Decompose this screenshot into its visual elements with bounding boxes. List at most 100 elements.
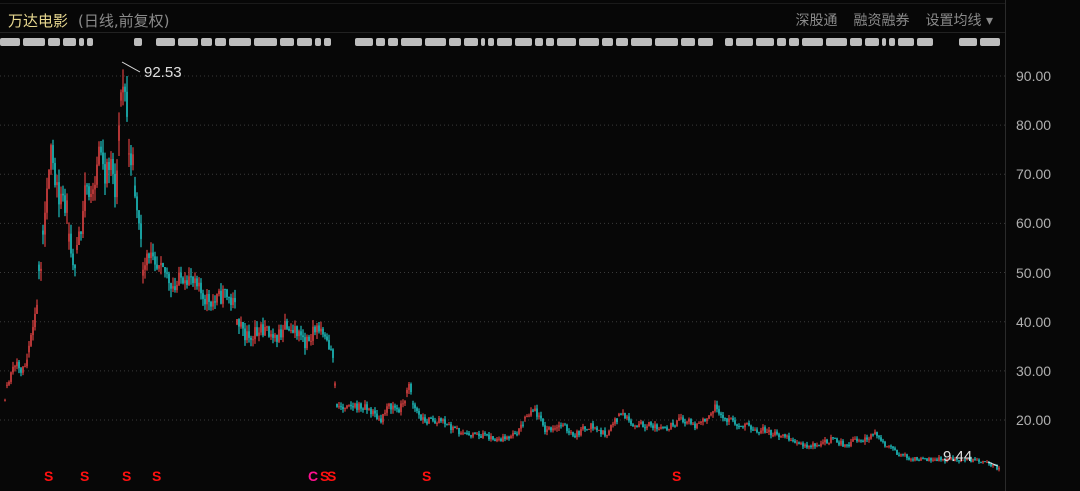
candle-body <box>636 425 638 428</box>
event-marker[interactable]: S <box>80 468 89 484</box>
candle-body <box>836 438 838 443</box>
candle-body <box>438 418 440 424</box>
candle-body <box>884 441 886 447</box>
candle-body <box>340 406 342 408</box>
candle-body <box>278 329 280 342</box>
y-tick-label: 60.00 <box>1016 215 1052 232</box>
candle-body <box>274 334 276 338</box>
candle-body <box>248 331 250 338</box>
candle-body <box>492 436 494 440</box>
candle-body <box>696 423 698 429</box>
candle-body <box>76 244 78 251</box>
candle-body <box>272 334 274 338</box>
candle-body <box>434 420 436 424</box>
candle-body <box>826 439 828 444</box>
candle-body <box>132 154 134 166</box>
candle-body <box>168 273 170 284</box>
candle-body <box>36 304 38 314</box>
candle-body <box>782 434 784 436</box>
candle-body <box>914 457 916 461</box>
candle-body <box>414 404 416 409</box>
candle-body <box>4 400 6 402</box>
candle-body <box>330 349 332 351</box>
candle-body <box>738 426 740 428</box>
candle-body <box>590 423 592 430</box>
candle-body <box>114 173 116 198</box>
event-marker[interactable]: S <box>422 468 431 484</box>
candle-body <box>376 413 378 420</box>
candle-body <box>538 415 540 417</box>
candle-body <box>714 404 716 412</box>
candle-body <box>366 404 368 410</box>
candle-body <box>416 408 418 411</box>
candle-body <box>196 278 198 287</box>
candle-body <box>650 422 652 426</box>
event-marker[interactable]: C <box>308 468 318 484</box>
candle-body <box>904 454 906 456</box>
candle-body <box>380 418 382 423</box>
candle-body <box>350 404 352 407</box>
event-marker[interactable]: S <box>122 468 131 484</box>
candle-body <box>806 444 808 448</box>
candle-body <box>180 272 182 278</box>
candle-body <box>676 420 678 427</box>
candle-body <box>804 444 806 447</box>
candle-body <box>886 446 888 448</box>
candle-body <box>46 188 48 213</box>
candle-body <box>566 424 568 432</box>
candle-body <box>200 282 202 294</box>
candle-body <box>872 434 874 436</box>
candle-body <box>502 436 504 442</box>
event-marker[interactable]: S <box>152 468 161 484</box>
candle-body <box>172 286 174 289</box>
candle-body <box>60 193 62 205</box>
y-tick-label: 50.00 <box>1016 264 1052 281</box>
candle-body <box>592 423 594 429</box>
candle-body <box>308 336 310 342</box>
candle-body <box>596 427 598 431</box>
candle-body <box>974 458 976 460</box>
candle-body <box>754 429 756 431</box>
candle-body <box>6 384 8 386</box>
event-marker[interactable]: S <box>44 468 53 484</box>
candle-body <box>936 459 938 462</box>
candle-body <box>668 428 670 430</box>
candle-body <box>920 458 922 461</box>
candle-body <box>572 432 574 436</box>
candle-body <box>548 427 550 430</box>
candle-body <box>458 428 460 435</box>
candle-body <box>688 419 690 422</box>
candle-body <box>540 415 542 419</box>
candle-body <box>378 418 380 420</box>
candle-body <box>234 297 236 303</box>
candle-body <box>430 417 432 419</box>
event-marker[interactable]: S <box>672 468 681 484</box>
candle-body <box>818 445 820 447</box>
candle-body <box>984 461 986 463</box>
candle-body <box>50 145 52 170</box>
candle-body <box>890 445 892 447</box>
candle-body <box>292 329 294 333</box>
candle-body <box>618 413 620 417</box>
candle-body <box>338 406 340 408</box>
event-marker[interactable]: S <box>327 468 336 484</box>
candle-body <box>810 445 812 447</box>
candle-body <box>534 408 536 412</box>
candle-body <box>570 432 572 434</box>
candle-body <box>702 418 704 422</box>
candle-body <box>622 413 624 415</box>
candle-body <box>426 421 428 424</box>
candle-body <box>372 410 374 415</box>
candle-body <box>238 319 240 327</box>
candle-body <box>874 432 876 435</box>
candle-body <box>82 210 84 235</box>
candle-body <box>220 290 222 304</box>
candle-body <box>732 418 734 421</box>
candle-body <box>318 325 320 332</box>
candle-body <box>454 426 456 429</box>
candle-body <box>310 340 312 342</box>
candle-body <box>712 411 714 414</box>
candle-body <box>672 422 674 426</box>
candle-body <box>488 434 490 440</box>
candle-body <box>104 164 106 184</box>
